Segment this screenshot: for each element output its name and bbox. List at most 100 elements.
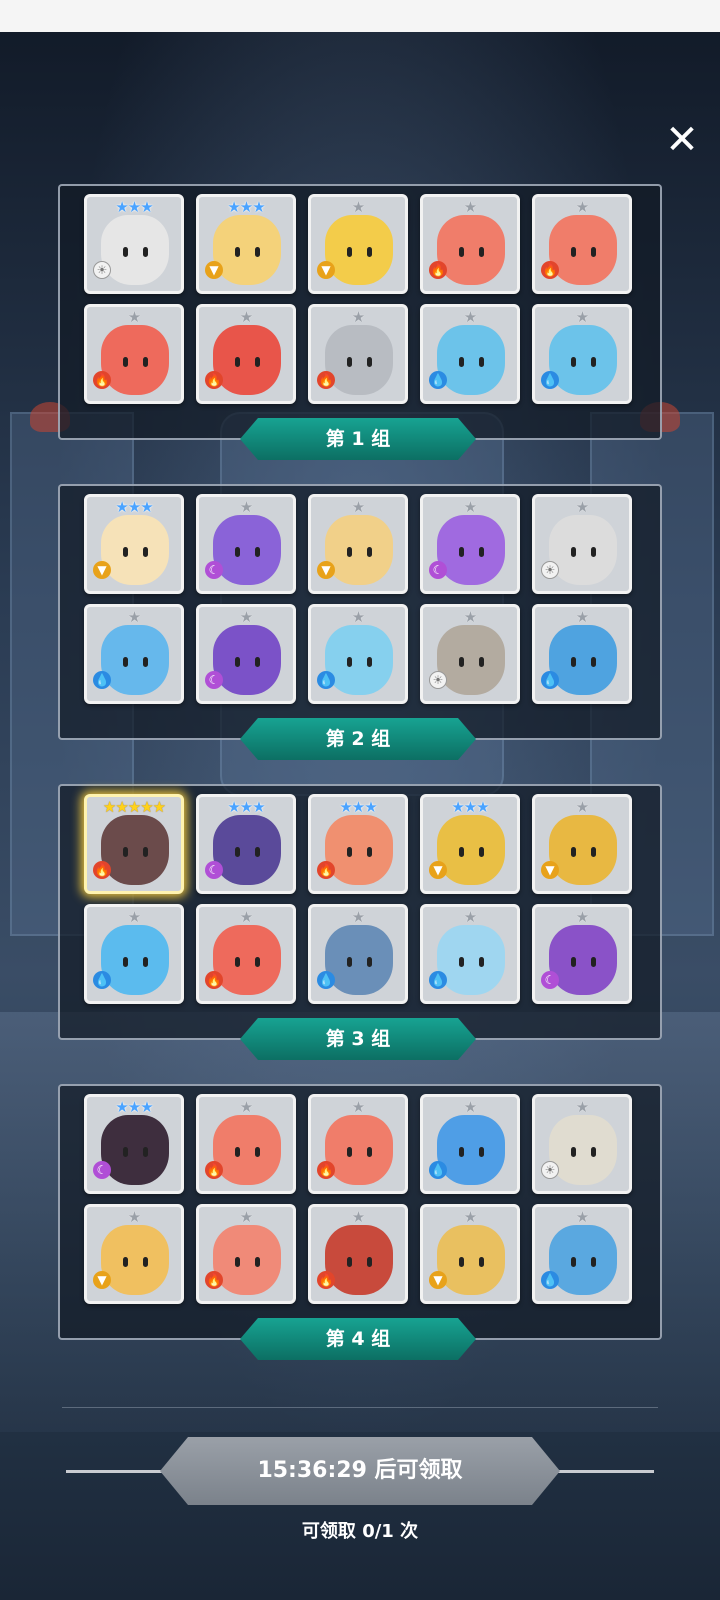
hero-card[interactable]: ★ 🔥	[308, 1094, 408, 1194]
hero-card[interactable]: ★ 🔥	[196, 904, 296, 1004]
star-rating: ★★★	[115, 498, 153, 516]
hero-card[interactable]: ★ 🔥	[196, 1204, 296, 1304]
hero-card[interactable]: ★ 💧	[84, 604, 184, 704]
hero-card[interactable]: ★ 💧	[420, 304, 520, 404]
hero-card[interactable]: ★ 💧	[84, 904, 184, 1004]
hero-card[interactable]: ★ ☾	[420, 494, 520, 594]
star-rating: ★	[463, 1098, 477, 1116]
hero-portrait	[549, 215, 617, 285]
dark-element-icon: ☾	[429, 561, 447, 579]
hero-portrait	[213, 815, 281, 885]
hero-card[interactable]: ★ ▼	[420, 1204, 520, 1304]
dark-element-icon: ☾	[205, 561, 223, 579]
star-rating: ★	[575, 1098, 589, 1116]
star-rating: ★	[239, 1098, 253, 1116]
hero-portrait	[213, 515, 281, 585]
hero-card[interactable]: ★ ☀	[532, 494, 632, 594]
fire-element-icon: 🔥	[429, 261, 447, 279]
hero-portrait	[549, 325, 617, 395]
claim-count-text: 可领取 0/1 次	[301, 1521, 419, 1542]
hero-card[interactable]: ★ 🔥	[196, 1094, 296, 1194]
hero-portrait	[213, 625, 281, 695]
hero-card[interactable]: ★★★ 🔥	[308, 794, 408, 894]
hero-portrait	[437, 625, 505, 695]
hero-card[interactable]: ★★★ ☀	[84, 194, 184, 294]
star-rating: ★	[127, 1208, 141, 1226]
fire-element-icon: 🔥	[205, 971, 223, 989]
hero-portrait	[437, 815, 505, 885]
hero-card[interactable]: ★ 💧	[532, 1204, 632, 1304]
hero-card[interactable]: ★ 💧	[420, 1094, 520, 1194]
hero-card[interactable]: ★ 💧	[308, 604, 408, 704]
star-rating: ★	[239, 498, 253, 516]
group-label: 第 4 组	[240, 1318, 476, 1360]
hero-card[interactable]: ★ 💧	[532, 604, 632, 704]
claim-button[interactable]: 15:36:29 后可领取	[160, 1437, 560, 1505]
hero-card[interactable]: ★ 💧	[308, 904, 408, 1004]
hero-group-3: ★★★★★ 🔥 ★★★ ☾ ★★★ 🔥 ★★★ ▼ ★ ▼ ★ 💧 ★ 🔥 ★ 💧 ★ 💧 ★ ☾	[58, 784, 662, 1040]
hero-card[interactable]: ★ ☀	[420, 604, 520, 704]
star-rating: ★	[351, 198, 365, 216]
hero-card[interactable]: ★ 🔥	[420, 194, 520, 294]
hero-card[interactable]: ★ ▼	[308, 194, 408, 294]
hero-card[interactable]: ★ 🔥	[84, 304, 184, 404]
hero-card[interactable]: ★★★ ▼	[84, 494, 184, 594]
hero-card[interactable]: ★★★ ▼	[420, 794, 520, 894]
hero-card[interactable]: ★ 💧	[532, 304, 632, 404]
hero-portrait	[437, 325, 505, 395]
star-rating: ★★★★★	[102, 798, 166, 816]
hero-card[interactable]: ★ 🔥	[532, 194, 632, 294]
hero-card[interactable]: ★ ☾	[532, 904, 632, 1004]
star-rating: ★★★	[451, 798, 489, 816]
hero-card[interactable]: ★★★ ☾	[196, 794, 296, 894]
hero-card[interactable]: ★★★ ▼	[196, 194, 296, 294]
hero-card[interactable]: ★ ☾	[196, 494, 296, 594]
hero-card[interactable]: ★ 🔥	[308, 304, 408, 404]
hero-card[interactable]: ★ ☾	[196, 604, 296, 704]
star-rating: ★	[351, 1098, 365, 1116]
hero-card[interactable]: ★★★★★ 🔥	[84, 794, 184, 894]
hero-card[interactable]: ★★★ ☾	[84, 1094, 184, 1194]
group-label: 第 3 组	[240, 1018, 476, 1060]
water-element-icon: 💧	[541, 1271, 559, 1289]
hero-card[interactable]: ★ 💧	[420, 904, 520, 1004]
hero-portrait	[437, 515, 505, 585]
star-rating: ★	[575, 198, 589, 216]
hero-card[interactable]: ★ ▼	[532, 794, 632, 894]
star-rating: ★	[127, 908, 141, 926]
star-rating: ★	[463, 308, 477, 326]
star-rating: ★★★	[339, 798, 377, 816]
fire-element-icon: 🔥	[317, 1161, 335, 1179]
star-rating: ★	[127, 608, 141, 626]
star-rating: ★★★	[115, 1098, 153, 1116]
dark-element-icon: ☾	[205, 671, 223, 689]
decor-line-left	[66, 1470, 166, 1473]
hero-card[interactable]: ★ 🔥	[196, 304, 296, 404]
hero-card[interactable]: ★ 🔥	[308, 1204, 408, 1304]
water-element-icon: 💧	[317, 971, 335, 989]
hero-portrait	[101, 625, 169, 695]
light-element-icon: ☀	[429, 671, 447, 689]
hero-card[interactable]: ★ ☀	[532, 1094, 632, 1194]
water-element-icon: 💧	[429, 371, 447, 389]
light-element-icon: ☀	[541, 561, 559, 579]
water-element-icon: 💧	[93, 971, 111, 989]
hero-portrait	[549, 1115, 617, 1185]
decor-line-right	[554, 1470, 654, 1473]
hero-portrait	[101, 815, 169, 885]
group-label-text: 第 2 组	[325, 728, 391, 750]
hero-portrait	[437, 925, 505, 995]
group-label-text: 第 4 组	[325, 1328, 391, 1350]
star-rating: ★★★	[115, 198, 153, 216]
star-rating: ★	[239, 308, 253, 326]
hero-portrait	[101, 1115, 169, 1185]
close-button[interactable]: ✕	[660, 118, 704, 162]
earth-element-icon: ▼	[93, 561, 111, 579]
hero-portrait	[549, 1225, 617, 1295]
star-rating: ★	[575, 498, 589, 516]
hero-portrait	[101, 215, 169, 285]
hero-card[interactable]: ★ ▼	[308, 494, 408, 594]
hero-portrait	[549, 625, 617, 695]
hero-card[interactable]: ★ ▼	[84, 1204, 184, 1304]
group-label: 第 1 组	[240, 418, 476, 460]
